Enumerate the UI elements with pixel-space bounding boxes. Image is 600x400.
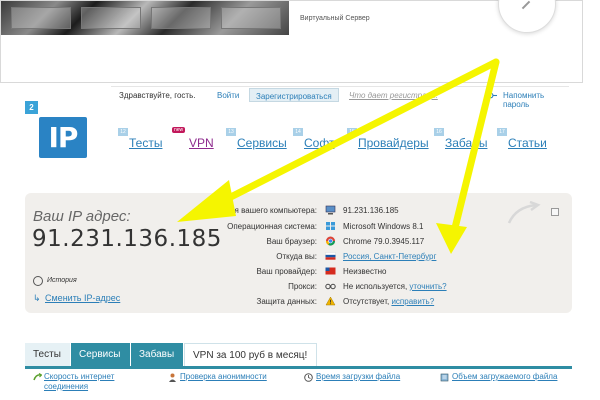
- server-slot: [151, 7, 211, 29]
- computer-icon: [325, 205, 336, 215]
- nav-item-fun[interactable]: Забаны: [445, 136, 487, 150]
- info-value: Отсутствует,: [343, 297, 392, 306]
- chrome-icon: [325, 236, 336, 246]
- info-label: Прокси:: [288, 282, 317, 291]
- key-icon: [488, 92, 497, 99]
- remind-password-link[interactable]: Напомнить пароль: [503, 91, 569, 109]
- info-label: Откуда вы:: [276, 252, 317, 261]
- info-value: Неизвестно: [343, 267, 387, 276]
- greeting-text: Здравствуйте, гость.: [119, 91, 196, 100]
- info-row-computer-name: Имя вашего компьютера: 91.231.136.185: [25, 204, 572, 219]
- info-label: Имя вашего компьютера:: [223, 206, 317, 215]
- tab-tests[interactable]: Тесты: [25, 343, 71, 367]
- server-slot: [221, 7, 281, 29]
- ad-caption: Виртуальный Сервер: [300, 15, 370, 22]
- login-bar: Здравствуйте, гость. Войти Зарегистриров…: [111, 86, 569, 109]
- provider-flag-icon: [325, 267, 336, 275]
- tab-vpn-offer[interactable]: VPN за 100 руб в месяц!: [184, 343, 317, 367]
- info-label: Ваш провайдер:: [256, 267, 317, 276]
- glasses-icon: [325, 283, 336, 290]
- slash-icon: [521, 0, 531, 10]
- windows-icon: [326, 222, 335, 230]
- nav-number: 12: [118, 128, 128, 136]
- nav-item-tests[interactable]: Тесты: [129, 136, 162, 150]
- nav-number: 17: [497, 128, 507, 136]
- nav-number: 16: [434, 128, 444, 136]
- info-value: Не используется,: [343, 282, 410, 291]
- clock-icon: [304, 373, 313, 382]
- russia-flag-icon: [325, 252, 336, 260]
- logo-badge: 2: [25, 101, 38, 114]
- service-link[interactable]: Скорость интернет соединения: [44, 372, 114, 391]
- info-label: Ваш браузер:: [266, 237, 317, 246]
- service-file-size[interactable]: Объем загружаемого файла: [452, 372, 562, 382]
- nav-item-providers[interactable]: Провайдеры: [358, 136, 429, 150]
- login-link[interactable]: Войти: [217, 91, 239, 100]
- service-load-time[interactable]: Время загрузки файла: [316, 372, 426, 382]
- tabs-underline: [25, 366, 572, 369]
- info-row-location: Откуда вы: Россия, Санкт-Петербург: [25, 250, 572, 265]
- nav-item-soft[interactable]: Софт: [304, 136, 334, 150]
- info-value: Chrome 79.0.3945.117: [343, 237, 425, 246]
- warning-icon: [325, 296, 336, 306]
- tab-services[interactable]: Сервисы: [71, 343, 131, 367]
- info-row-proxy: Прокси: Не используется, уточнить?: [25, 280, 572, 295]
- service-anonymity[interactable]: Проверка анонимности: [180, 372, 290, 382]
- ip-info-panel: Ваш IP адрес: 91.231.136.185 История ↳ С…: [25, 193, 572, 313]
- fix-link[interactable]: исправить?: [391, 297, 434, 306]
- nav-item-vpn[interactable]: VPN: [189, 136, 214, 150]
- location-link[interactable]: Россия, Санкт-Петербург: [343, 252, 436, 261]
- nav-number: 14: [293, 128, 303, 136]
- new-badge: new: [172, 127, 186, 133]
- info-label: Защита данных:: [256, 297, 317, 306]
- service-speed[interactable]: Скорость интернет соединения: [44, 372, 154, 392]
- info-value: 91.231.136.185: [343, 206, 399, 215]
- nav-item-services[interactable]: Сервисы: [237, 136, 287, 150]
- toggle-square-icon[interactable]: [551, 208, 559, 216]
- service-link[interactable]: Проверка анонимности: [180, 372, 267, 381]
- server-slot: [81, 7, 141, 29]
- info-row-os: Операционная система: Microsoft Windows …: [25, 220, 572, 235]
- what-registration-gives-link[interactable]: Что дает регистрац...: [349, 91, 438, 100]
- service-link[interactable]: Объем загружаемого файла: [452, 372, 557, 381]
- speed-arrow-icon: [33, 373, 42, 381]
- info-row-provider: Ваш провайдер: Неизвестно: [25, 265, 572, 280]
- proxy-info: Не используется, уточнить?: [343, 282, 447, 291]
- curved-arrow-icon: [507, 201, 541, 224]
- nav-number: 15: [347, 128, 357, 136]
- nav-number: 13: [226, 128, 236, 136]
- site-logo[interactable]: IP: [39, 117, 87, 158]
- register-button[interactable]: Зарегистрироваться: [249, 88, 339, 102]
- clarify-link[interactable]: уточнить?: [409, 282, 446, 291]
- server-slot: [11, 7, 71, 29]
- nav-item-articles[interactable]: Статьи: [508, 136, 547, 150]
- service-link[interactable]: Время загрузки файла: [316, 372, 400, 381]
- ad-banner[interactable]: Виртуальный Сервер: [0, 0, 583, 83]
- person-icon: [169, 373, 176, 382]
- info-row-protection: Защита данных: Отсутствует, исправить?: [25, 295, 572, 310]
- protection-info: Отсутствует, исправить?: [343, 297, 434, 306]
- info-value: Microsoft Windows 8.1: [343, 222, 424, 231]
- file-size-icon: [440, 373, 449, 382]
- info-label: Операционная система:: [227, 222, 317, 231]
- tab-fun[interactable]: Забавы: [131, 343, 184, 367]
- ad-server-image[interactable]: [1, 1, 289, 35]
- ad-close-circle[interactable]: [498, 0, 556, 33]
- info-row-browser: Ваш браузер: Chrome 79.0.3945.117: [25, 235, 572, 250]
